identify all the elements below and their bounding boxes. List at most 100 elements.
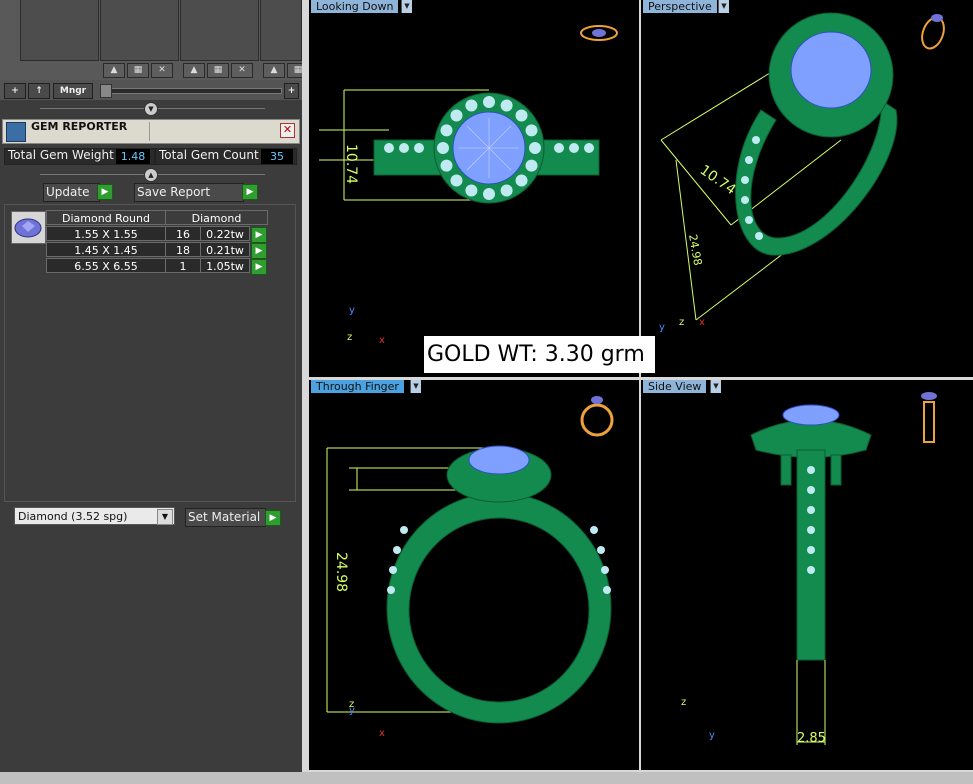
slot-2[interactable] (100, 0, 179, 61)
slot-4[interactable] (260, 0, 302, 61)
table-cell-weight: 1.05tw (200, 258, 250, 273)
gem-reporter-title: GEM REPORTER (31, 120, 128, 133)
update-button[interactable]: Update (43, 183, 100, 202)
axis-y-label: y (349, 305, 355, 316)
halo-stone (450, 174, 463, 187)
add-button[interactable]: + (4, 83, 26, 99)
slot-1[interactable] (20, 0, 99, 61)
halo-stone (450, 109, 463, 122)
chevron-down-icon[interactable]: ▼ (718, 0, 729, 13)
gem-reporter-icon (6, 122, 26, 142)
add-right-button[interactable]: + (284, 83, 299, 99)
dimension-label-1: 10.74 (697, 162, 739, 198)
table-cell-size: 1.55 X 1.55 (46, 226, 166, 241)
material-select[interactable]: Diamond (3.52 spg) ▼ (14, 507, 175, 525)
axis-z-label: z (347, 332, 352, 343)
halo-stone (525, 159, 538, 172)
column-header: Diamond Round (46, 210, 166, 225)
halo-stone (440, 124, 453, 137)
dimension-label: 2.85 (797, 731, 826, 746)
table-cell-qty: 1 (165, 258, 201, 273)
slot-save-icon[interactable]: ▦ (207, 63, 229, 78)
slider-knob[interactable] (100, 84, 112, 98)
axis-z-label: z (679, 317, 684, 328)
gem-round-icon (11, 211, 46, 244)
material-select-value: Diamond (3.52 spg) (18, 510, 128, 523)
chevron-down-icon[interactable]: ▼ (401, 0, 412, 13)
axis-y-label: y (659, 322, 665, 333)
collapse-toggle-icon[interactable]: ▲ (144, 168, 158, 182)
halo-stone (500, 184, 513, 197)
halo-stone (465, 99, 478, 112)
table-cell-size: 1.45 X 1.45 (46, 242, 166, 257)
status-bar (0, 772, 973, 784)
chevron-down-icon[interactable]: ▼ (157, 509, 173, 525)
gold-weight-overlay: GOLD WT: 3.30 grm (424, 336, 655, 373)
set-material-go-icon[interactable]: ▶ (265, 510, 281, 526)
slot-delete-icon[interactable]: ✕ (231, 63, 253, 78)
set-material-button[interactable]: Set Material (185, 508, 266, 527)
halo-stone (440, 159, 453, 172)
halo-stone (483, 96, 495, 108)
save-report-go-icon[interactable]: ▶ (242, 184, 258, 200)
viewport-label[interactable]: Through Finger (311, 380, 404, 393)
gem-reporter-titlebar: GEM REPORTER ✕ (2, 119, 300, 144)
save-report-button[interactable]: Save Report (134, 183, 244, 202)
halo-stone (465, 184, 478, 197)
update-go-icon[interactable]: ▶ (97, 184, 113, 200)
collapse-toggle-icon[interactable]: ▼ (144, 102, 158, 116)
slot-up-icon[interactable]: ▲ (103, 63, 125, 78)
chevron-down-icon[interactable]: ▼ (410, 380, 421, 393)
dimension-label: 10.74 (343, 144, 359, 184)
left-panel: ▲ ▦ ✕ ▲ ▦ ✕ ▲ ▦ + ↑ Mngr + ▼ GEM REPORTER ✕ T… (0, 0, 309, 784)
total-count-value: 35 (261, 149, 293, 164)
halo-stone (437, 142, 449, 154)
axis-y-label: y (709, 730, 715, 741)
slot-slider[interactable] (100, 88, 282, 94)
chevron-down-icon[interactable]: ▼ (710, 380, 721, 393)
column-header: Diamond (165, 210, 268, 225)
viewport-label[interactable]: Side View (643, 380, 707, 393)
total-count-label: Total Gem Count (159, 148, 259, 162)
viewport-side-view[interactable]: Side View ▼ 2.85 z y (641, 380, 973, 770)
row-select-icon[interactable]: ▶ (251, 259, 267, 275)
dimension-label: 24.98 (333, 552, 349, 592)
total-weight-label: Total Gem Weight (8, 148, 114, 162)
table-cell-weight: 0.22tw (200, 226, 250, 241)
halo-stone (500, 99, 513, 112)
slot-up-icon[interactable]: ▲ (183, 63, 205, 78)
perspective-render: 10.74 24.98 y z x (659, 12, 945, 333)
viewport-through-finger[interactable]: Through Finger ▼ 24.98 y z x (309, 380, 639, 770)
viewport-label[interactable]: Looking Down (311, 0, 399, 13)
viewport-looking-down[interactable]: Looking Down ▼ 10.74 y x z (309, 0, 639, 377)
slot-delete-icon[interactable]: ✕ (151, 63, 173, 78)
side-view-render: 2.85 z y (681, 392, 937, 746)
row-select-icon[interactable]: ▶ (251, 243, 267, 259)
axis-z-label: z (349, 699, 354, 710)
close-icon[interactable]: ✕ (280, 123, 295, 138)
material-slots: ▲ ▦ ✕ ▲ ▦ ✕ ▲ ▦ (0, 0, 309, 80)
manager-button[interactable]: Mngr (53, 83, 93, 99)
table-cell-size: 6.55 X 6.55 (46, 258, 166, 273)
slot-up-icon[interactable]: ▲ (263, 63, 285, 78)
row-select-icon[interactable]: ▶ (251, 227, 267, 243)
up-button[interactable]: ↑ (28, 83, 50, 99)
viewport-label[interactable]: Perspective (643, 0, 717, 13)
halo-stone (483, 188, 495, 200)
axis-x-label: x (379, 728, 385, 739)
looking-down-render: 10.74 y x z (319, 25, 618, 346)
axis-x-label: x (699, 317, 705, 328)
total-weight-value: 1.48 (116, 149, 150, 164)
viewport-perspective[interactable]: Perspective ▼ 10.74 24.98 y z x (641, 0, 973, 377)
axis-x-label: x (379, 335, 385, 346)
halo-stone (515, 174, 528, 187)
through-finger-render: 24.98 y z x (326, 396, 614, 739)
halo-stone (515, 109, 528, 122)
table-cell-qty: 18 (165, 242, 201, 257)
halo-stone (525, 124, 538, 137)
halo-stone (529, 142, 541, 154)
slot-save-icon[interactable]: ▦ (127, 63, 149, 78)
table-cell-weight: 0.21tw (200, 242, 250, 257)
axis-z-label: z (681, 697, 686, 708)
slot-3[interactable] (180, 0, 259, 61)
